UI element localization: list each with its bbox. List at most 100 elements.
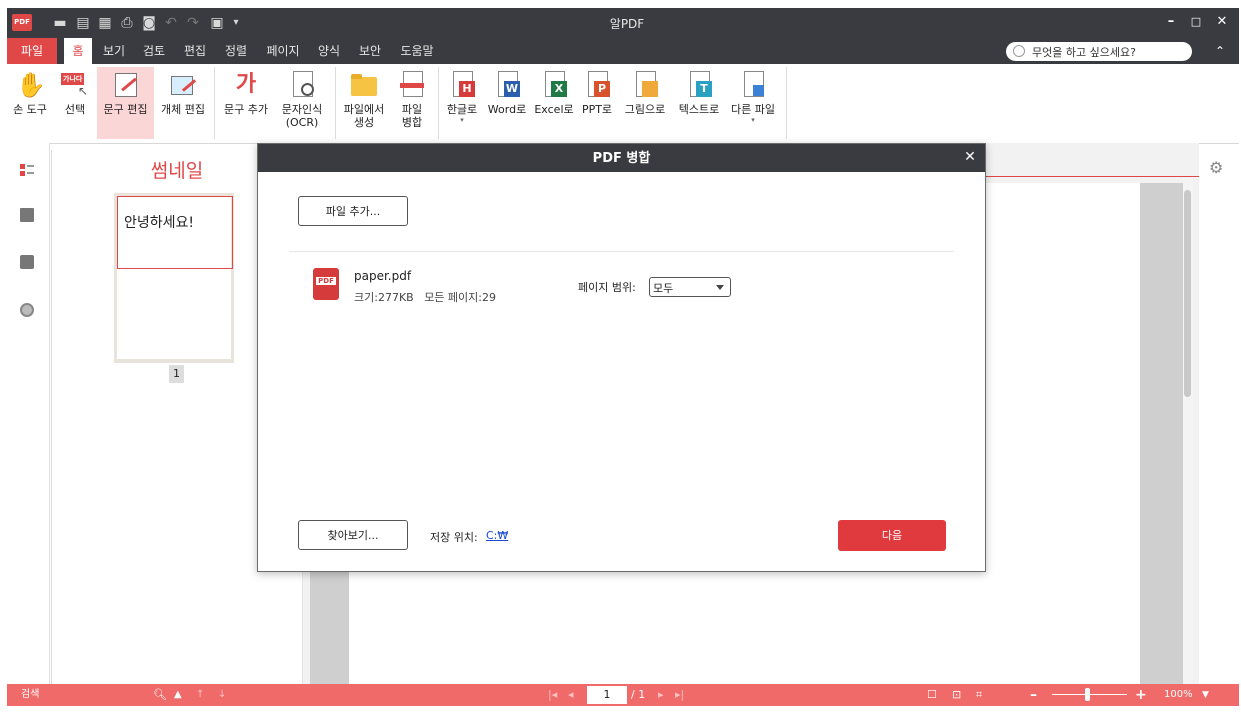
image-icon xyxy=(631,71,659,99)
collapse-ribbon-icon[interactable]: ⌃ xyxy=(1209,40,1231,62)
window-title: 알PDF xyxy=(609,17,645,31)
merge-files-button[interactable]: 파일 병합 xyxy=(391,67,433,139)
other-dropdown-icon[interactable]: ▾ xyxy=(726,116,780,124)
search-panel-icon[interactable] xyxy=(20,303,34,317)
comment-icon[interactable] xyxy=(20,255,34,269)
zoom-out-icon[interactable]: – xyxy=(1030,684,1037,706)
menu-home[interactable]: 홈 xyxy=(64,38,92,64)
menu-edit[interactable]: 편집 xyxy=(178,38,212,64)
ribbon-separator xyxy=(786,67,787,139)
edit-text-button[interactable]: 문구 편집 xyxy=(97,67,154,139)
gear-icon[interactable]: ⚙ xyxy=(1209,160,1225,176)
save-location-label: 저장 위치: xyxy=(430,531,478,544)
menu-help[interactable]: 도움말 xyxy=(395,38,439,64)
menu-form[interactable]: 양식 xyxy=(312,38,346,64)
fit-page-icon[interactable]: ⊡ xyxy=(952,684,961,706)
to-excel-label: Excel로 xyxy=(534,103,574,116)
hwp-dropdown-icon[interactable]: ▾ xyxy=(443,116,481,124)
convert-to-other-button[interactable]: 다른 파일 ▾ xyxy=(726,67,780,139)
convert-to-ppt-button[interactable]: P PPT로 xyxy=(579,67,615,139)
next-button[interactable]: 다음 xyxy=(838,520,946,551)
menu-review[interactable]: 검토 xyxy=(137,38,171,64)
scrollbar-thumb[interactable] xyxy=(1184,190,1191,397)
add-text-icon: 가 xyxy=(235,72,257,97)
text-file-icon: T xyxy=(685,71,713,99)
search-up-icon[interactable]: ▲ xyxy=(174,684,182,706)
open-folder-icon[interactable]: ▬ xyxy=(51,12,69,34)
to-image-label: 그림으로 xyxy=(624,103,666,116)
add-text-button[interactable]: 가 문구 추가 xyxy=(220,67,272,139)
status-search-label: 검색 xyxy=(21,689,40,700)
browse-button[interactable]: 찾아보기... xyxy=(298,520,408,550)
print-preview-icon[interactable]: ◙ xyxy=(140,12,158,34)
title-bar: PDF ▬ ▤ ▦ ⎙ ◙ ↶ ↷ ▣ ▾ 알PDF – □ ✕ xyxy=(7,8,1239,38)
save-as-icon[interactable]: ▦ xyxy=(96,12,114,34)
thumbnail-page-1[interactable]: 안녕하세요! xyxy=(114,193,234,363)
zoom-in-icon[interactable]: + xyxy=(1135,684,1147,706)
zoom-dropdown-icon[interactable]: ▼ xyxy=(1202,684,1209,706)
bookmark-icon[interactable] xyxy=(20,208,34,222)
print-icon[interactable]: ⎙ xyxy=(118,12,136,34)
redo-icon[interactable]: ↷ xyxy=(184,12,202,34)
menu-security[interactable]: 보안 xyxy=(353,38,387,64)
menu-page[interactable]: 페이지 xyxy=(261,38,305,64)
excel-icon: X xyxy=(540,71,568,99)
thumbnail-selection xyxy=(117,196,233,269)
vertical-scrollbar[interactable] xyxy=(1183,178,1193,684)
search-icon xyxy=(1013,45,1025,57)
page-number-input[interactable]: 1 xyxy=(587,686,627,704)
convert-to-image-button[interactable]: 그림으로 xyxy=(619,67,671,139)
dialog-header: PDF 병합 ✕ xyxy=(258,144,985,172)
chevron-down-icon xyxy=(716,285,724,290)
close-icon[interactable]: ✕ xyxy=(1210,11,1234,33)
select-icon: 가나다 ↖ xyxy=(61,73,89,98)
convert-to-excel-button[interactable]: X Excel로 xyxy=(533,67,575,139)
page-range-select[interactable]: 모두 xyxy=(649,277,731,297)
minimize-icon[interactable]: – xyxy=(1159,11,1183,33)
undo-icon[interactable]: ↶ xyxy=(162,12,180,34)
save-location-link[interactable]: C:₩ xyxy=(486,529,508,542)
menu-arrange[interactable]: 정렬 xyxy=(219,38,253,64)
to-word-label: Word로 xyxy=(487,103,527,116)
thumbnails-panel-icon[interactable] xyxy=(20,163,34,177)
close-icon[interactable]: ✕ xyxy=(960,147,980,167)
ribbon-separator xyxy=(335,67,336,139)
quick-settings-icon[interactable]: ▣ xyxy=(208,12,226,34)
edit-object-button[interactable]: 개체 편집 xyxy=(156,67,210,139)
search-icon[interactable]: 🔍︎ xyxy=(153,684,167,706)
zoom-slider-handle[interactable] xyxy=(1085,688,1090,701)
quick-access-dropdown-icon[interactable]: ▾ xyxy=(227,12,245,34)
edit-text-label: 문구 편집 xyxy=(103,103,148,116)
fit-width-icon[interactable]: ⌗ xyxy=(976,684,982,706)
edit-text-icon xyxy=(112,71,140,99)
menu-view[interactable]: 보기 xyxy=(97,38,131,64)
select-button[interactable]: 가나다 ↖ 선택 xyxy=(55,67,95,139)
create-from-file-button[interactable]: 파일에서 생성 xyxy=(340,67,388,139)
to-hwp-label: 한글로 xyxy=(446,103,478,116)
convert-to-hwp-button[interactable]: H 한글로 ▾ xyxy=(443,67,481,139)
convert-to-word-button[interactable]: W Word로 xyxy=(485,67,529,139)
search-input[interactable]: 무엇을 하고 싶으세요? xyxy=(1006,42,1192,61)
last-page-icon[interactable]: ▸| xyxy=(675,684,684,706)
hand-icon: ✋ xyxy=(16,71,46,99)
file-info: 크기:277KB 모든 페이지:29 xyxy=(354,291,496,304)
ribbon-toolbar: ✋ 손 도구 가나다 ↖ 선택 문구 편집 개체 편집 가 문구 추가 문자인식… xyxy=(7,64,1239,144)
pdf-merge-dialog: PDF 병합 ✕ 파일 추가... PDF paper.pdf 크기:277KB… xyxy=(257,143,986,572)
ocr-button[interactable]: 문자인식 (OCR) xyxy=(275,67,329,139)
ocr-label: 문자인식 (OCR) xyxy=(281,103,323,129)
menu-file[interactable]: 파일 xyxy=(7,38,57,64)
save-icon[interactable]: ▤ xyxy=(74,12,92,34)
dialog-title: PDF 병합 xyxy=(592,151,651,166)
ppt-icon: P xyxy=(583,71,611,99)
search-next-icon[interactable]: ↓ xyxy=(218,684,226,706)
single-page-view-icon[interactable]: ☐ xyxy=(927,684,937,706)
search-placeholder: 무엇을 하고 싶으세요? xyxy=(1032,46,1136,59)
prev-page-icon[interactable]: ◂ xyxy=(568,684,574,706)
maximize-icon[interactable]: □ xyxy=(1184,11,1208,33)
search-prev-icon[interactable]: ↑ xyxy=(196,684,204,706)
next-page-icon[interactable]: ▸ xyxy=(658,684,664,706)
add-file-button[interactable]: 파일 추가... xyxy=(298,196,408,226)
hand-tool-button[interactable]: ✋ 손 도구 xyxy=(8,67,52,139)
first-page-icon[interactable]: |◂ xyxy=(548,684,557,706)
convert-to-text-button[interactable]: T 텍스트로 xyxy=(675,67,723,139)
